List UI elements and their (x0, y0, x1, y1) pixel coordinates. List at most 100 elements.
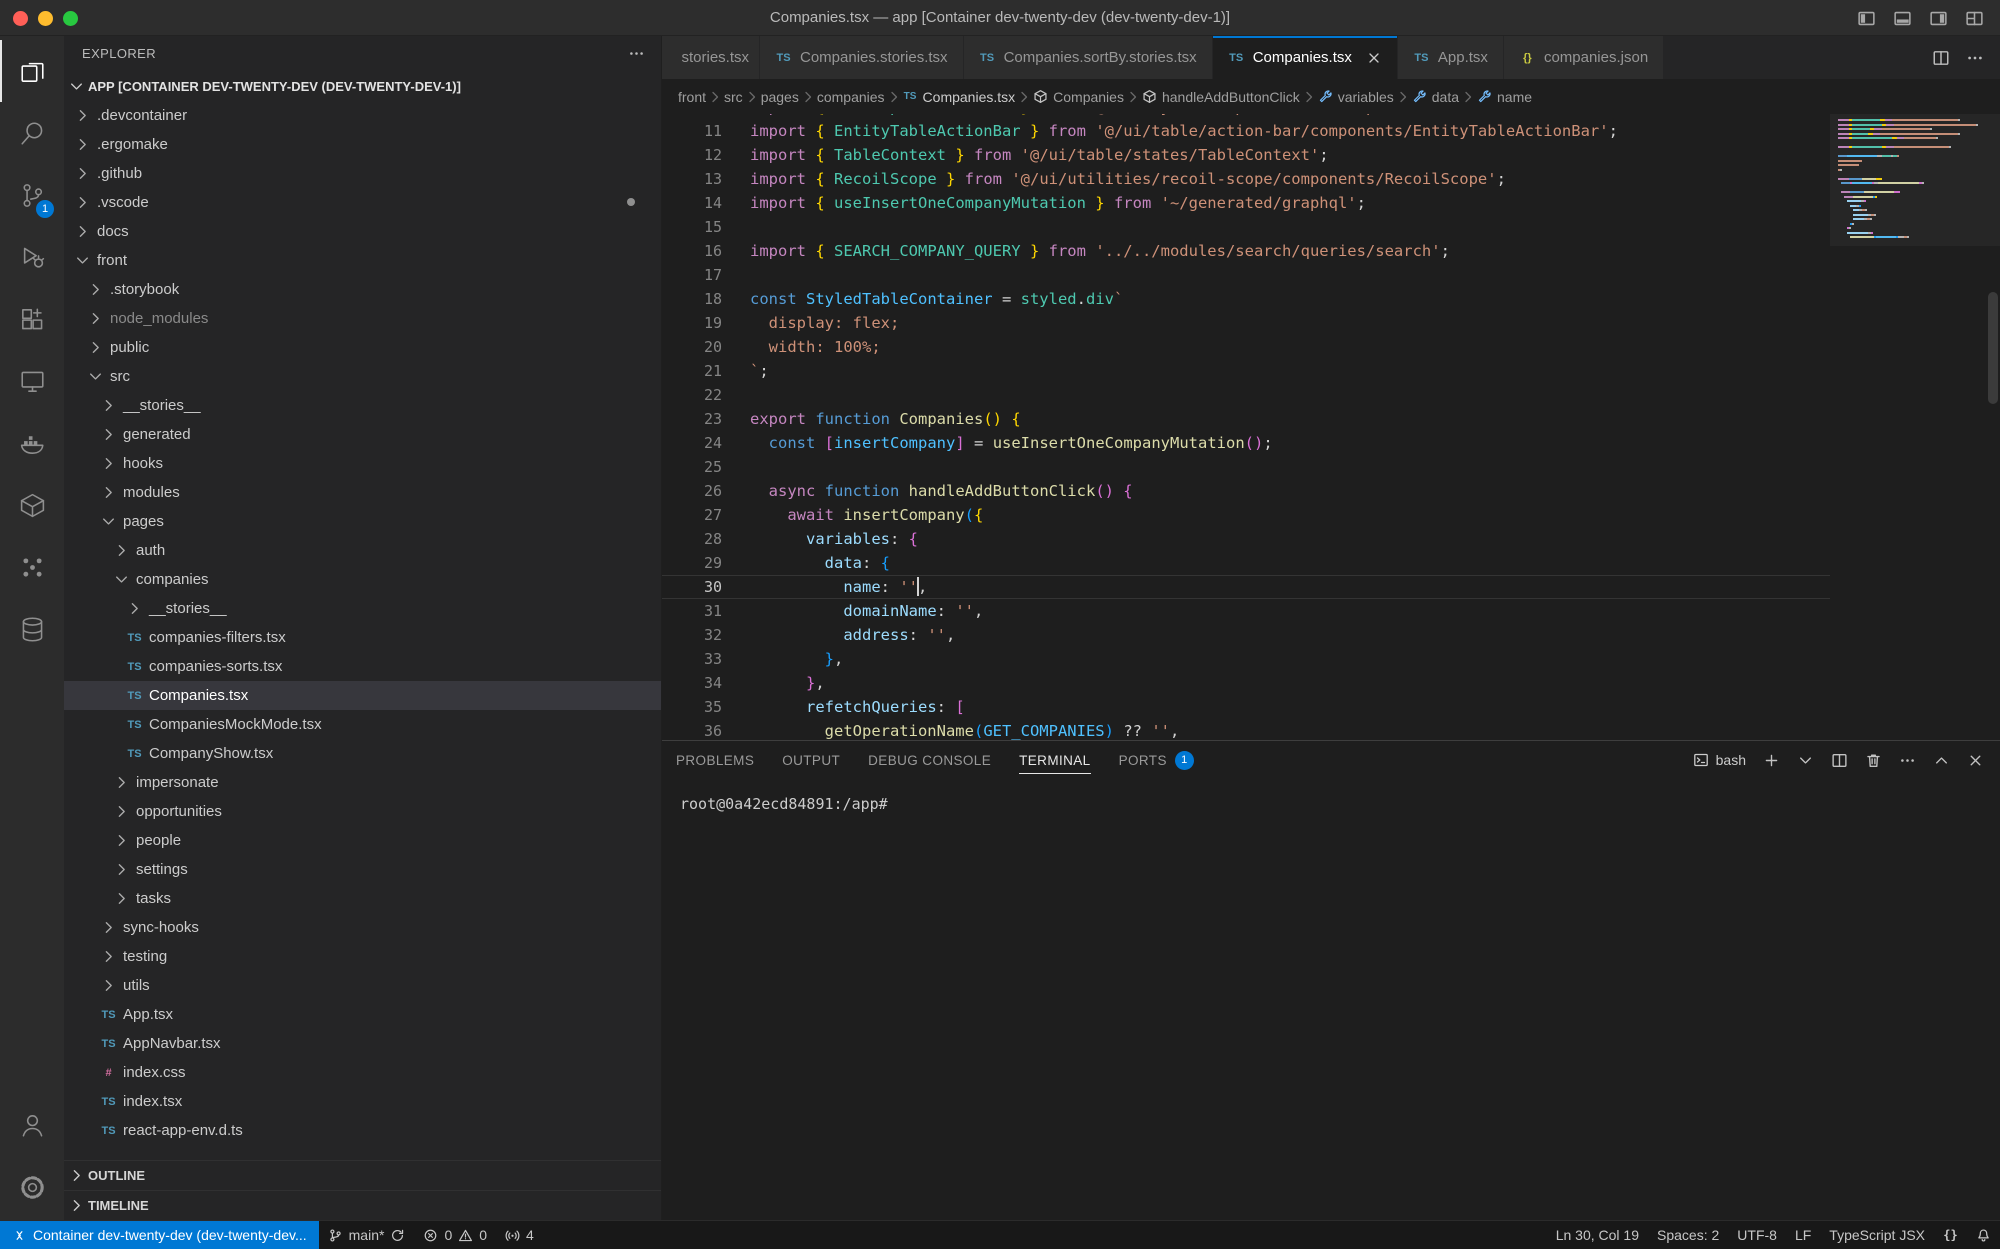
terminal-more-actions-button[interactable] (1899, 752, 1916, 769)
tree-item-testing[interactable]: testing (64, 942, 661, 971)
line-number[interactable]: 32 (662, 623, 750, 647)
code-line-21[interactable]: 21`; (662, 359, 1830, 383)
tree-item-settings[interactable]: settings (64, 855, 661, 884)
breadcrumb-item-pages[interactable]: pages (761, 89, 799, 105)
terminal-profile-select[interactable]: bash (1693, 752, 1746, 768)
code-line-31[interactable]: 31 domainName: '', (662, 599, 1830, 623)
tab-app-tsx[interactable]: TSApp.tsx (1398, 36, 1504, 79)
tree-item-auth[interactable]: auth (64, 536, 661, 565)
activity-bar-item-database[interactable] (0, 598, 64, 660)
status-problems[interactable]: 00 (414, 1221, 496, 1249)
line-number[interactable]: 29 (662, 551, 750, 575)
code-line-28[interactable]: 28 variables: { (662, 527, 1830, 551)
line-number[interactable]: 19 (662, 311, 750, 335)
tree-item-companies[interactable]: companies (64, 565, 661, 594)
line-number[interactable]: 20 (662, 335, 750, 359)
code-line-20[interactable]: 20 width: 100%; (662, 335, 1830, 359)
terminal-output[interactable]: root@0a42ecd84891:/app# (662, 779, 2000, 1220)
tree-item-utils[interactable]: utils (64, 971, 661, 1000)
tree-item-companiesmockmode-tsx[interactable]: TSCompaniesMockMode.tsx (64, 710, 661, 739)
tree-item-generated[interactable]: generated (64, 420, 661, 449)
code-line-33[interactable]: 33 }, (662, 647, 1830, 671)
code-line-26[interactable]: 26 async function handleAddButtonClick()… (662, 479, 1830, 503)
tree-item-tasks[interactable]: tasks (64, 884, 661, 913)
code-line-11[interactable]: 11import { EntityTableActionBar } from '… (662, 119, 1830, 143)
breadcrumb-item-name[interactable]: name (1477, 89, 1532, 105)
activity-bar-item-run-and-debug[interactable] (0, 226, 64, 288)
tree-item-companies-filters-tsx[interactable]: TScompanies-filters.tsx (64, 623, 661, 652)
line-number[interactable]: 23 (662, 407, 750, 431)
tree-item-impersonate[interactable]: impersonate (64, 768, 661, 797)
sidebar-section-timeline[interactable]: TIMELINE (64, 1190, 661, 1220)
line-number[interactable]: 28 (662, 527, 750, 551)
tree-item-index-tsx[interactable]: TSindex.tsx (64, 1087, 661, 1116)
tree-item-storybook[interactable]: .storybook (64, 275, 661, 304)
toggle-secondary-sidebar-button[interactable] (1929, 9, 1948, 28)
activity-bar-item-docker[interactable] (0, 412, 64, 474)
tree-item-companies-sorts-tsx[interactable]: TScompanies-sorts.tsx (64, 652, 661, 681)
split-editor-button[interactable] (1932, 49, 1950, 67)
tree-item-ergomake[interactable]: .ergomake (64, 130, 661, 159)
panel-tab-output[interactable]: OUTPUT (782, 741, 840, 779)
tree-item-stories[interactable]: __stories__ (64, 594, 661, 623)
status-forwarded-ports[interactable]: 4 (496, 1221, 543, 1249)
line-number[interactable]: 27 (662, 503, 750, 527)
tab-companies-sortby-stories-tsx[interactable]: TSCompanies.sortBy.stories.tsx (964, 36, 1213, 79)
line-number[interactable]: 16 (662, 239, 750, 263)
breadcrumb-item-front[interactable]: front (678, 89, 706, 105)
code-line-12[interactable]: 12import { TableContext } from '@/ui/tab… (662, 143, 1830, 167)
tab-stories-tsx[interactable]: stories.tsx (662, 36, 760, 79)
tree-item-opportunities[interactable]: opportunities (64, 797, 661, 826)
tree-item-react-app-env-d-ts[interactable]: TSreact-app-env.d.ts (64, 1116, 661, 1145)
status-remote[interactable]: Container dev-twenty-dev (dev-twenty-dev… (0, 1221, 319, 1249)
code-line-19[interactable]: 19 display: flex; (662, 311, 1830, 335)
maximize-panel-button[interactable] (1933, 752, 1950, 769)
status-eol[interactable]: LF (1786, 1221, 1820, 1249)
tree-item-people[interactable]: people (64, 826, 661, 855)
line-number[interactable]: 14 (662, 191, 750, 215)
line-number[interactable]: 18 (662, 287, 750, 311)
breadcrumb-item-handleaddbuttonclick[interactable]: handleAddButtonClick (1142, 89, 1300, 105)
launch-profile-button[interactable] (1797, 752, 1814, 769)
line-number[interactable]: 24 (662, 431, 750, 455)
close-window-button[interactable] (13, 11, 28, 26)
tree-item-stories[interactable]: __stories__ (64, 391, 661, 420)
activity-bar-item-settings[interactable] (0, 1156, 64, 1218)
line-number[interactable]: 12 (662, 143, 750, 167)
tree-item-companyshow-tsx[interactable]: TSCompanyShow.tsx (64, 739, 661, 768)
line-number[interactable]: 36 (662, 719, 750, 740)
code-line-27[interactable]: 27 await insertCompany({ (662, 503, 1830, 527)
breadcrumb-item-companies[interactable]: Companies (1033, 89, 1124, 105)
activity-bar-item-source-control[interactable]: 1 (0, 164, 64, 226)
status-language-status[interactable]: {} (1934, 1221, 1967, 1249)
line-number[interactable]: 21 (662, 359, 750, 383)
activity-bar-item-dev-containers[interactable] (0, 474, 64, 536)
code-line-25[interactable]: 25 (662, 455, 1830, 479)
code-line-15[interactable]: 15 (662, 215, 1830, 239)
breadcrumb-item-variables[interactable]: variables (1318, 89, 1394, 105)
code-line-24[interactable]: 24 const [insertCompany] = useInsertOneC… (662, 431, 1830, 455)
kill-terminal-button[interactable] (1865, 752, 1882, 769)
split-terminal-button[interactable] (1831, 752, 1848, 769)
tree-item-sync-hooks[interactable]: sync-hooks (64, 913, 661, 942)
activity-bar-item-search[interactable] (0, 102, 64, 164)
code-line-17[interactable]: 17 (662, 263, 1830, 287)
tree-item-app-tsx[interactable]: TSApp.tsx (64, 1000, 661, 1029)
activity-bar-item-kubernetes[interactable] (0, 536, 64, 598)
panel-tab-terminal[interactable]: TERMINAL (1019, 741, 1090, 779)
tree-item-modules[interactable]: modules (64, 478, 661, 507)
panel-tab-problems[interactable]: PROBLEMS (676, 741, 754, 779)
editor-scrollbar[interactable] (1988, 292, 1998, 404)
code-line-22[interactable]: 22 (662, 383, 1830, 407)
toggle-panel-button[interactable] (1893, 9, 1912, 28)
breadcrumb-item-companies[interactable]: companies (817, 89, 885, 105)
line-number[interactable]: 25 (662, 455, 750, 479)
code-line-14[interactable]: 14import { useInsertOneCompanyMutation }… (662, 191, 1830, 215)
toggle-primary-sidebar-button[interactable] (1857, 9, 1876, 28)
tree-item-front[interactable]: front (64, 246, 661, 275)
code-line-32[interactable]: 32 address: '', (662, 623, 1830, 647)
code-line-34[interactable]: 34 }, (662, 671, 1830, 695)
line-number[interactable]: 11 (662, 119, 750, 143)
code-line-13[interactable]: 13import { RecoilScope } from '@/ui/util… (662, 167, 1830, 191)
minimize-window-button[interactable] (38, 11, 53, 26)
